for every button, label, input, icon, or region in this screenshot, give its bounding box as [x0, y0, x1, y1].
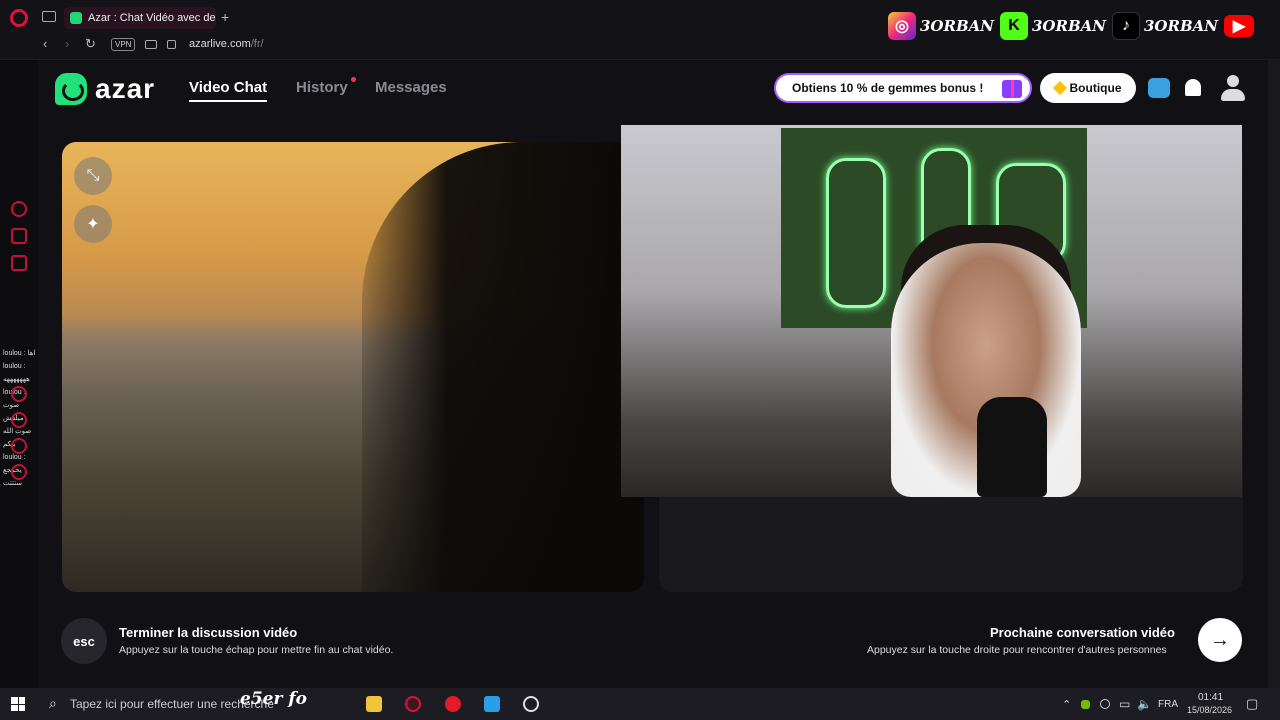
vpn-badge[interactable]: VPN — [111, 38, 136, 51]
youtube-icon: ▶ — [1224, 15, 1254, 37]
address-bar[interactable]: azarlive.com/fr/ — [189, 38, 264, 50]
nvidia-tray-icon[interactable] — [1081, 700, 1090, 709]
opera-taskbar-icon[interactable] — [405, 696, 421, 712]
search-icon[interactable]: ⌕ — [49, 695, 57, 712]
gift-icon — [1002, 80, 1022, 98]
instagram-icon: ◎ — [888, 12, 916, 40]
url-path: /fr/ — [250, 38, 264, 50]
boutique-label: Boutique — [1069, 81, 1122, 95]
chat-line: loulou : اها — [3, 350, 36, 357]
profile-avatar-icon[interactable] — [1221, 75, 1245, 101]
tray-expand-icon[interactable]: ⌃ — [1062, 698, 1071, 711]
sidebar-refresh-icon[interactable] — [11, 201, 27, 217]
app-obs-icon[interactable] — [523, 696, 539, 712]
microphone — [977, 397, 1047, 497]
partner-video: ⤡ ✦ — [62, 142, 644, 592]
sidebar-settings-icon[interactable] — [11, 464, 27, 480]
file-explorer-icon[interactable] — [366, 696, 382, 712]
nav-video-chat[interactable]: Video Chat — [189, 79, 268, 102]
tab-title: Azar : Chat Vidéo avec de n — [88, 12, 216, 24]
social-name-instagram: 3ORBAN — [920, 17, 994, 35]
page-scrollbar[interactable] — [1268, 60, 1280, 688]
back-icon[interactable]: ‹ — [43, 36, 47, 51]
chat-icon[interactable] — [1148, 78, 1170, 98]
next-chat-title: Prochaine conversation vidéo — [990, 625, 1175, 640]
app-blue-icon[interactable] — [484, 696, 500, 712]
sidebar-extensions-icon[interactable] — [11, 438, 27, 454]
gem-bonus-promo-button[interactable]: Obtiens 10 % de gemmes bonus ! — [774, 73, 1032, 103]
reload-icon[interactable]: ↻ — [85, 36, 96, 52]
nav-history[interactable]: History — [296, 79, 348, 96]
app-red-icon[interactable] — [445, 696, 461, 712]
end-chat-hint: Appuyez sur la touche échap pour mettre … — [119, 644, 394, 656]
minimize-video-icon[interactable]: ⤡ — [74, 157, 112, 195]
video-silhouette — [362, 142, 644, 592]
windows-taskbar: ⌕ Tapez ici pour effectuer une recherche… — [0, 688, 1280, 720]
streamer-socials-overlay: ◎ 3ORBAN K 3ORBAN ♪ 3ORBAN ▶ — [888, 12, 1254, 40]
social-name-kick: 3ORBAN — [1032, 17, 1106, 35]
history-notification-dot — [351, 77, 356, 82]
azar-logo[interactable]: azar — [55, 73, 155, 105]
end-chat-title: Terminer la discussion vidéo — [119, 625, 298, 640]
nav-messages[interactable]: Messages — [375, 79, 447, 96]
lock-icon[interactable] — [167, 40, 176, 49]
clock-date[interactable]: 15/08/2026 — [1187, 705, 1232, 715]
sidebar-history-icon[interactable] — [11, 412, 27, 428]
sidebar-crossed-icon[interactable] — [11, 255, 27, 271]
forward-icon[interactable]: › — [65, 36, 69, 51]
azar-favicon-icon — [70, 12, 82, 24]
language-indicator[interactable]: FRA — [1158, 699, 1178, 710]
stream-overlay-text: e5er fo — [240, 689, 307, 709]
social-name-tiktok: 3ORBAN — [1144, 17, 1218, 35]
clock-time[interactable]: 01:41 — [1198, 692, 1223, 703]
bell-icon[interactable] — [1185, 79, 1201, 96]
chat-line: loulou : هههههههه — [3, 363, 30, 383]
sidebar-instagram-icon[interactable] — [11, 386, 27, 402]
self-webcam-video — [621, 125, 1242, 497]
boutique-button[interactable]: Boutique — [1040, 73, 1136, 103]
browser-sidebar: loulou : اها loulou : هههههههه loulou : … — [0, 60, 38, 688]
esc-key-button[interactable]: esc — [61, 618, 107, 664]
url-host: azarlive.com — [189, 38, 251, 50]
camera-permission-icon[interactable] — [145, 40, 157, 49]
network-icon[interactable]: ▭ — [1119, 697, 1130, 711]
sidebar-tool-icon[interactable] — [11, 228, 27, 244]
tab-azar[interactable]: Azar : Chat Vidéo avec de n — [64, 7, 216, 29]
promo-label: Obtiens 10 % de gemmes bonus ! — [792, 81, 984, 95]
volume-icon[interactable]: 🔈 — [1137, 697, 1152, 711]
windows-start-icon[interactable] — [11, 697, 25, 711]
tiktok-icon: ♪ — [1112, 12, 1140, 40]
new-tab-button[interactable]: + — [221, 9, 229, 25]
logo-text: azar — [95, 73, 156, 104]
kick-icon: K — [1000, 12, 1028, 40]
next-chat-button[interactable]: → — [1198, 618, 1242, 662]
gem-icon — [1052, 80, 1067, 96]
tab-manager-icon[interactable] — [42, 11, 56, 22]
tray-app-icon[interactable] — [1100, 699, 1110, 709]
notifications-icon[interactable]: ▢ — [1246, 696, 1258, 712]
next-chat-hint: Appuyez sur la touche droite pour rencon… — [867, 644, 1167, 656]
opera-logo-icon[interactable] — [10, 9, 28, 27]
magic-filter-icon[interactable]: ✦ — [74, 205, 112, 243]
azar-logo-icon — [55, 73, 87, 105]
browser-chrome: Azar : Chat Vidéo avec de n + ‹ › ↻ VPN … — [0, 0, 1280, 60]
